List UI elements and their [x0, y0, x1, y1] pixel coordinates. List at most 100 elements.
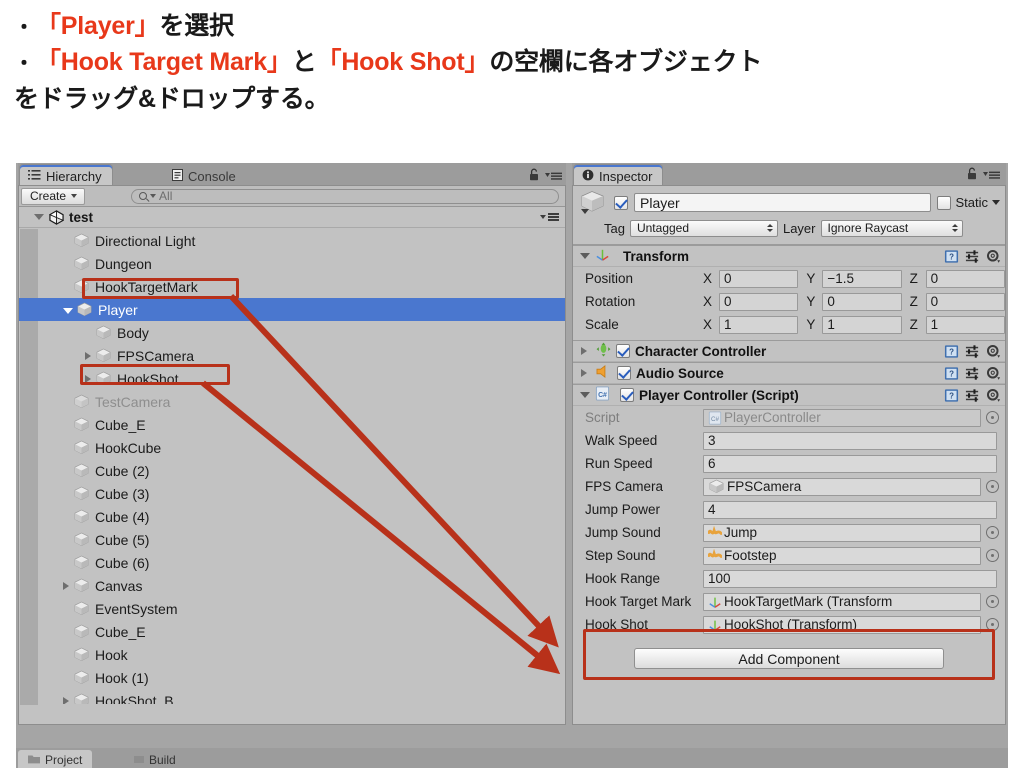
transform-position-y-field[interactable]: −1.5	[822, 269, 902, 288]
transform-position-x-field[interactable]: 0	[719, 269, 799, 288]
lock-icon[interactable]	[967, 167, 977, 185]
gear-icon[interactable]	[986, 388, 1001, 403]
object-picker-jump-sound[interactable]	[986, 526, 999, 539]
preset-icon[interactable]	[965, 344, 980, 359]
gear-icon[interactable]	[986, 249, 1001, 264]
hierarchy-item-cube-5[interactable]: Cube (5)	[19, 528, 565, 551]
hierarchy-item-cube-e[interactable]: Cube_E	[19, 620, 565, 643]
player-controller-foldout-icon[interactable]	[580, 392, 590, 398]
object-picker-hook-target-mark[interactable]	[986, 595, 999, 608]
hierarchy-item-player[interactable]: Player	[19, 298, 565, 321]
gear-icon[interactable]	[986, 366, 1001, 381]
component-header-character-controller[interactable]: Character Controller?	[573, 340, 1005, 362]
field-hook-target-mark[interactable]: HookTargetMark (Transform	[703, 592, 981, 611]
object-picker-script[interactable]	[986, 411, 999, 424]
lock-icon[interactable]	[529, 168, 539, 186]
foldout-closed-icon[interactable]	[581, 347, 587, 355]
gameobject-name-field[interactable]: Player	[634, 193, 932, 212]
field-walk-speed[interactable]: 3	[703, 431, 997, 450]
tab-hierarchy[interactable]: Hierarchy	[20, 165, 112, 187]
hierarchy-menu-icon[interactable]	[545, 168, 562, 186]
object-picker-fps-camera[interactable]	[986, 480, 999, 493]
component-header-audio-source[interactable]: Audio Source?	[573, 362, 1005, 384]
hierarchy-item-canvas[interactable]: Canvas	[19, 574, 565, 597]
help-book-icon[interactable]: ?	[944, 388, 959, 403]
hierarchy-item-cube-3[interactable]: Cube (3)	[19, 482, 565, 505]
foldout-open-icon[interactable]	[63, 307, 73, 314]
svg-text:C#: C#	[711, 416, 720, 423]
player-controller-enabled-checkbox[interactable]	[620, 388, 634, 402]
hierarchy-item-directional-light[interactable]: Directional Light	[19, 229, 565, 252]
scene-menu-icon[interactable]	[540, 213, 559, 221]
transform-rotation-x-field[interactable]: 0	[719, 292, 799, 311]
help-book-icon[interactable]: ?	[944, 249, 959, 264]
hierarchy-item-hookcube[interactable]: HookCube	[19, 436, 565, 459]
component-header-player-controller[interactable]: C# Player Controller (Script) ?	[573, 384, 1005, 406]
hierarchy-item-hook[interactable]: Hook	[19, 643, 565, 666]
preset-icon[interactable]	[965, 388, 980, 403]
gear-icon[interactable]	[986, 344, 1001, 359]
field-step-sound[interactable]: Footstep	[703, 546, 981, 565]
character-controller-enabled-checkbox[interactable]	[616, 344, 630, 358]
layer-dropdown[interactable]: Ignore Raycast	[820, 219, 963, 237]
scene-foldout-icon[interactable]	[34, 214, 44, 220]
foldout-closed-icon[interactable]	[85, 374, 91, 383]
scene-row[interactable]: test	[19, 207, 565, 228]
hierarchy-item-cube-e[interactable]: Cube_E	[19, 413, 565, 436]
hierarchy-item-hook-1[interactable]: Hook (1)	[19, 666, 565, 689]
preset-icon[interactable]	[965, 366, 980, 381]
foldout-closed-icon[interactable]	[581, 369, 587, 377]
static-chevron-down-icon[interactable]	[992, 200, 1000, 205]
field-hook-shot[interactable]: HookShot (Transform)	[703, 615, 981, 634]
static-toggle[interactable]: Static	[937, 195, 1000, 210]
help-book-icon[interactable]: ?	[944, 366, 959, 381]
field-run-speed[interactable]: 6	[703, 454, 997, 473]
hierarchy-item-body[interactable]: Body	[19, 321, 565, 344]
hierarchy-item-cube-4[interactable]: Cube (4)	[19, 505, 565, 528]
tab-inspector[interactable]: Inspector	[574, 165, 663, 187]
field-row-hook-shot: Hook Shot HookShot (Transform)	[573, 613, 1005, 636]
hierarchy-item-hooktargetmark[interactable]: HookTargetMark	[19, 275, 565, 298]
create-button[interactable]: Create	[21, 187, 86, 205]
preset-icon[interactable]	[965, 249, 980, 264]
hierarchy-item-cube-6[interactable]: Cube (6)	[19, 551, 565, 574]
gameobject-enabled-checkbox[interactable]	[614, 195, 628, 210]
hierarchy-item-eventsystem[interactable]: EventSystem	[19, 597, 565, 620]
field-label: FPS Camera	[585, 479, 664, 494]
hierarchy-item-fpscamera[interactable]: FPSCamera	[19, 344, 565, 367]
search-input[interactable]: All	[131, 188, 559, 204]
hierarchy-item-hookshot[interactable]: HookShot	[19, 367, 565, 390]
audio-source-enabled-checkbox[interactable]	[617, 366, 631, 380]
tab-console[interactable]: Console	[164, 165, 246, 187]
foldout-closed-icon[interactable]	[63, 696, 69, 704]
field-jump-power[interactable]: 4	[703, 500, 997, 519]
tag-dropdown[interactable]: Untagged	[629, 219, 778, 237]
hierarchy-item-cube-2[interactable]: Cube (2)	[19, 459, 565, 482]
add-component-button[interactable]: Add Component	[634, 648, 944, 669]
gameobject-cube-icon	[73, 624, 90, 639]
hierarchy-item-hookshot-b[interactable]: HookShot_B	[19, 689, 565, 704]
transform-scale-z-field[interactable]: 1	[925, 315, 1005, 334]
hierarchy-item-testcamera[interactable]: TestCamera	[19, 390, 565, 413]
component-header-transform[interactable]: Transform ?	[573, 245, 1005, 267]
help-book-icon[interactable]: ?	[944, 344, 959, 359]
transform-rotation-y-field[interactable]: 0	[822, 292, 902, 311]
tab-build[interactable]: Build	[124, 750, 186, 768]
field-fps-camera[interactable]: FPSCamera	[703, 477, 981, 496]
tab-project[interactable]: Project	[18, 750, 93, 768]
foldout-closed-icon[interactable]	[85, 351, 91, 360]
field-jump-sound[interactable]: Jump	[703, 523, 981, 542]
transform-position-z-field[interactable]: 0	[925, 269, 1005, 288]
static-checkbox[interactable]	[937, 195, 952, 210]
hierarchy-item-dungeon[interactable]: Dungeon	[19, 252, 565, 275]
hierarchy-tree[interactable]: Directional Light Dungeon HookTargetMark Pl…	[19, 228, 565, 704]
object-picker-step-sound[interactable]	[986, 549, 999, 562]
transform-scale-x-field[interactable]: 1	[719, 315, 799, 334]
transform-foldout-icon[interactable]	[580, 253, 590, 259]
field-hook-range[interactable]: 100	[703, 569, 997, 588]
foldout-closed-icon[interactable]	[63, 581, 69, 590]
transform-rotation-z-field[interactable]: 0	[925, 292, 1005, 311]
transform-scale-y-field[interactable]: 1	[822, 315, 902, 334]
object-picker-hook-shot[interactable]	[986, 618, 999, 631]
inspector-menu-icon[interactable]	[983, 167, 1000, 185]
